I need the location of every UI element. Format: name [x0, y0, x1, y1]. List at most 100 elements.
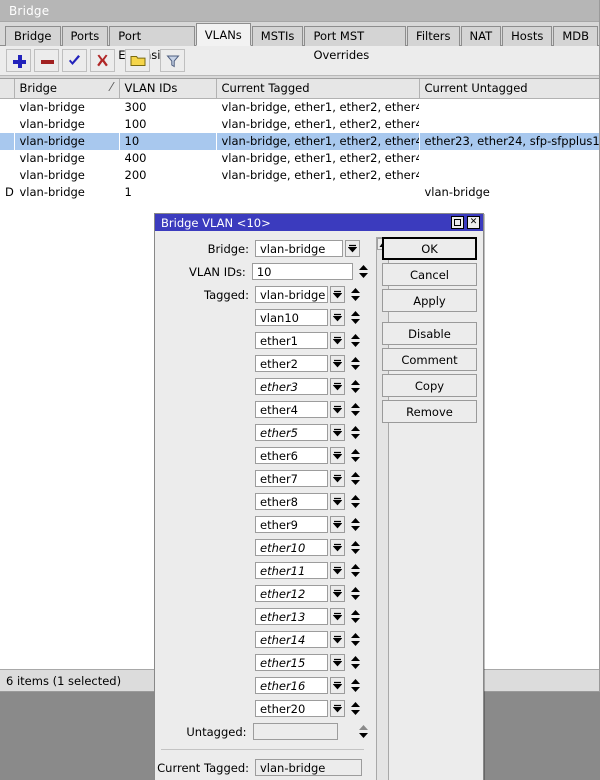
vlan-ids-input[interactable]: 10 — [251, 263, 354, 280]
tagged-input-2[interactable]: ether1 — [255, 332, 328, 349]
tagged-stepper-5[interactable] — [349, 401, 362, 418]
bridge-input[interactable]: vlan-bridge — [255, 240, 343, 257]
tagged-stepper-11[interactable] — [349, 539, 362, 556]
tagged-stepper-17[interactable] — [349, 677, 362, 694]
tagged-input-13[interactable]: ether12 — [255, 585, 328, 602]
column-header-bridge[interactable]: Bridge — [14, 79, 120, 99]
remove-button[interactable] — [34, 49, 59, 72]
tagged-dropdown-icon-8[interactable] — [330, 470, 345, 487]
tagged-stepper-15[interactable] — [349, 631, 362, 648]
tagged-dropdown-icon-17[interactable] — [330, 677, 345, 694]
column-header-flag[interactable] — [0, 79, 15, 99]
tab-port-extensions[interactable]: Port Extensions — [109, 26, 195, 62]
bridge-dropdown-icon[interactable] — [345, 240, 360, 257]
close-icon[interactable]: ✕ — [467, 216, 480, 229]
tagged-input-0[interactable]: vlan-bridge — [255, 286, 328, 303]
tagged-stepper-3[interactable] — [349, 355, 362, 372]
remove-button[interactable]: Remove — [382, 400, 477, 423]
tagged-input-10[interactable]: ether9 — [255, 516, 328, 533]
tab-mstis[interactable]: MSTIs — [251, 26, 304, 46]
tagged-stepper-1[interactable] — [349, 309, 362, 326]
tagged-stepper-14[interactable] — [349, 608, 362, 625]
tagged-stepper-9[interactable] — [349, 493, 362, 510]
tab-vlans[interactable]: VLANs — [195, 23, 251, 46]
tagged-input-12[interactable]: ether11 — [255, 562, 328, 579]
tagged-input-9[interactable]: ether8 — [255, 493, 328, 510]
tagged-dropdown-icon-7[interactable] — [330, 447, 345, 464]
tagged-stepper-7[interactable] — [349, 447, 362, 464]
tagged-input-7[interactable]: ether6 — [255, 447, 328, 464]
tagged-stepper-12[interactable] — [349, 562, 362, 579]
tagged-dropdown-icon-14[interactable] — [330, 608, 345, 625]
tagged-stepper-8[interactable] — [349, 470, 362, 487]
tagged-input-18[interactable]: ether20 — [255, 700, 328, 717]
table-row[interactable]: vlan-bridge 300 vlan-bridge, ether1, ether… — [0, 99, 599, 117]
table-row[interactable]: Dvlan-bridge 1 vlan-bridge — [0, 184, 599, 201]
tab-port-mst-overrides[interactable]: Port MST Overrides — [304, 26, 407, 62]
tagged-input-8[interactable]: ether7 — [255, 470, 328, 487]
tagged-dropdown-icon-9[interactable] — [330, 493, 345, 510]
tagged-input-1[interactable]: vlan10 — [255, 309, 328, 326]
tagged-dropdown-icon-10[interactable] — [330, 516, 345, 533]
tagged-input-14[interactable]: ether13 — [255, 608, 328, 625]
tab-hosts[interactable]: Hosts — [502, 26, 553, 46]
tagged-dropdown-icon-11[interactable] — [330, 539, 345, 556]
tab-mdb[interactable]: MDB — [553, 26, 598, 46]
tagged-dropdown-icon-15[interactable] — [330, 631, 345, 648]
untagged-stepper[interactable] — [357, 723, 370, 740]
copy-button[interactable]: Copy — [382, 374, 477, 397]
tagged-dropdown-icon-1[interactable] — [330, 309, 345, 326]
tagged-dropdown-icon-3[interactable] — [330, 355, 345, 372]
tagged-input-4[interactable]: ether3 — [255, 378, 328, 395]
tab-bridge[interactable]: Bridge — [5, 26, 61, 46]
tagged-dropdown-icon-16[interactable] — [330, 654, 345, 671]
tagged-stepper-0[interactable] — [349, 286, 362, 303]
table-row[interactable]: vlan-bridge 10 vlan-bridge, ether1, ether2… — [0, 133, 599, 150]
tagged-stepper-18[interactable] — [349, 700, 362, 717]
tab-filters[interactable]: Filters — [407, 26, 460, 46]
table-row[interactable]: vlan-bridge 400 vlan-bridge, ether1, ether… — [0, 150, 599, 167]
tagged-dropdown-icon-4[interactable] — [330, 378, 345, 395]
tagged-stepper-10[interactable] — [349, 516, 362, 533]
tagged-dropdown-icon-0[interactable] — [330, 286, 345, 303]
tagged-input-3[interactable]: ether2 — [255, 355, 328, 372]
tagged-input-11[interactable]: ether10 — [255, 539, 328, 556]
tagged-stepper-4[interactable] — [349, 378, 362, 395]
tagged-stepper-2[interactable] — [349, 332, 362, 349]
tagged-stepper-13[interactable] — [349, 585, 362, 602]
comment-button[interactable] — [125, 49, 150, 72]
comment-button[interactable]: Comment — [382, 348, 477, 371]
column-header-current-untagged[interactable]: Current Untagged — [419, 79, 599, 99]
column-header-current-tagged[interactable]: Current Tagged — [216, 79, 420, 99]
tagged-stepper-6[interactable] — [349, 424, 362, 441]
cancel-button[interactable]: Cancel — [382, 263, 477, 286]
dialog-title-bar[interactable]: Bridge VLAN <10> ✕ — [155, 214, 483, 231]
tab-ports[interactable]: Ports — [61, 26, 109, 46]
tagged-dropdown-icon-2[interactable] — [330, 332, 345, 349]
tab-nat[interactable]: NAT — [460, 26, 502, 46]
tagged-dropdown-icon-5[interactable] — [330, 401, 345, 418]
maximize-icon[interactable] — [451, 216, 464, 229]
apply-button[interactable]: Apply — [382, 289, 477, 312]
tagged-dropdown-icon-6[interactable] — [330, 424, 345, 441]
vlan-ids-stepper[interactable] — [357, 263, 370, 280]
column-header-vlan-ids[interactable]: VLAN IDs — [119, 79, 217, 99]
disable-button[interactable] — [90, 49, 115, 72]
table-row[interactable]: vlan-bridge 200 vlan-bridge, ether1, ether… — [0, 167, 599, 184]
tagged-input-16[interactable]: ether15 — [255, 654, 328, 671]
enable-button[interactable] — [62, 49, 87, 72]
disable-button[interactable]: Disable — [382, 322, 477, 345]
untagged-input[interactable] — [252, 723, 339, 740]
table-row[interactable]: vlan-bridge 100 vlan-bridge, ether1, ether… — [0, 116, 599, 133]
tagged-input-5[interactable]: ether4 — [255, 401, 328, 418]
tagged-input-15[interactable]: ether14 — [255, 631, 328, 648]
filter-button[interactable] — [160, 49, 185, 72]
tagged-dropdown-icon-12[interactable] — [330, 562, 345, 579]
ok-button[interactable]: OK — [382, 237, 477, 260]
tagged-dropdown-icon-13[interactable] — [330, 585, 345, 602]
tagged-input-17[interactable]: ether16 — [255, 677, 328, 694]
tagged-dropdown-icon-18[interactable] — [330, 700, 345, 717]
tagged-input-6[interactable]: ether5 — [255, 424, 328, 441]
add-button[interactable] — [6, 49, 31, 72]
tagged-stepper-16[interactable] — [349, 654, 362, 671]
